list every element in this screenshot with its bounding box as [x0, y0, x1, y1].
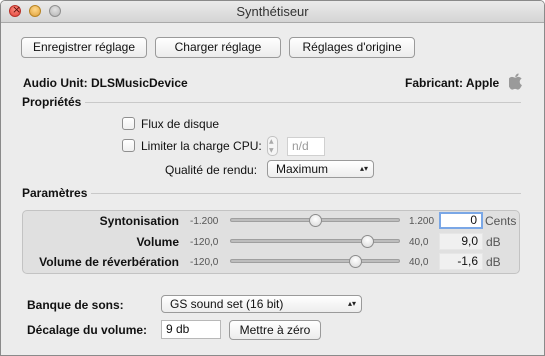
render-quality-popup[interactable]: Maximum ▴▾	[267, 160, 374, 178]
tuning-max: 1.200	[409, 216, 435, 227]
cpu-limit-field[interactable]: n/d	[287, 137, 325, 156]
disk-stream-checkbox[interactable]	[122, 117, 135, 130]
chevron-updown-icon: ▴▾	[347, 299, 356, 308]
volume-value-field[interactable]: 9,0	[439, 233, 483, 250]
tuning-value-field[interactable]: 0	[439, 212, 483, 229]
reverb-volume-max: 40,0	[409, 257, 429, 268]
volume-offset-label: Décalage du volume:	[27, 323, 148, 337]
tuning-label: Syntonisation	[99, 214, 179, 228]
render-quality-value: Maximum	[276, 162, 329, 176]
reverb-volume-label: Volume de réverbération	[39, 255, 179, 269]
volume-max: 40,0	[409, 237, 429, 248]
sound-bank-label: Banque de sons:	[27, 298, 124, 312]
cpu-limit-label: Limiter la charge CPU:	[141, 139, 262, 153]
chevron-updown-icon: ▴▾	[359, 164, 368, 173]
audio-unit-label: Audio Unit: DLSMusicDevice	[23, 76, 188, 90]
title-bar[interactable]: Synthétiseur	[1, 1, 544, 23]
stepper-up-icon[interactable]: ▲	[269, 138, 274, 145]
render-quality-label: Qualité de rendu:	[165, 163, 258, 177]
tuning-slider-knob[interactable]	[308, 214, 322, 227]
stepper-down-icon[interactable]: ▼	[269, 147, 274, 154]
volume-slider-track[interactable]	[230, 239, 400, 243]
tuning-min: -1.200	[190, 216, 219, 227]
tuning-unit: Cents	[485, 214, 517, 228]
synth-window: Synthétiseur Enregistrer réglage Charger…	[0, 0, 545, 356]
apple-logo-icon	[509, 73, 522, 90]
volume-unit: dB	[486, 235, 501, 249]
parameters-heading: Paramètres	[22, 186, 92, 200]
properties-divider	[23, 102, 521, 103]
properties-heading: Propriétés	[22, 95, 86, 109]
reverb-volume-unit: dB	[486, 255, 501, 269]
manufacturer-label: Fabricant: Apple	[405, 76, 500, 90]
sound-bank-value: GS sound set (16 bit)	[170, 297, 284, 311]
sound-bank-popup[interactable]: GS sound set (16 bit) ▴▾	[161, 295, 362, 313]
reverb-volume-slider-track[interactable]	[230, 259, 400, 263]
volume-offset-field[interactable]: 9 db	[161, 320, 221, 339]
reverb-volume-value-field[interactable]: -1,6	[439, 253, 483, 270]
disk-stream-label: Flux de disque	[141, 117, 220, 131]
cpu-limit-stepper[interactable]: ▲ ▼	[267, 136, 278, 156]
cpu-limit-checkbox[interactable]	[122, 139, 135, 152]
reset-volume-offset-button[interactable]: Mettre à zéro	[229, 320, 321, 340]
load-preset-button[interactable]: Charger réglage	[155, 37, 281, 58]
window-title: Synthétiseur	[236, 4, 309, 19]
volume-label: Volume	[136, 235, 179, 249]
reverb-volume-min: -120,0	[190, 257, 219, 268]
parameters-divider	[23, 193, 521, 194]
factory-presets-button[interactable]: Réglages d'origine	[289, 37, 415, 58]
save-preset-button[interactable]: Enregistrer réglage	[21, 37, 147, 58]
volume-min: -120,0	[190, 237, 219, 248]
